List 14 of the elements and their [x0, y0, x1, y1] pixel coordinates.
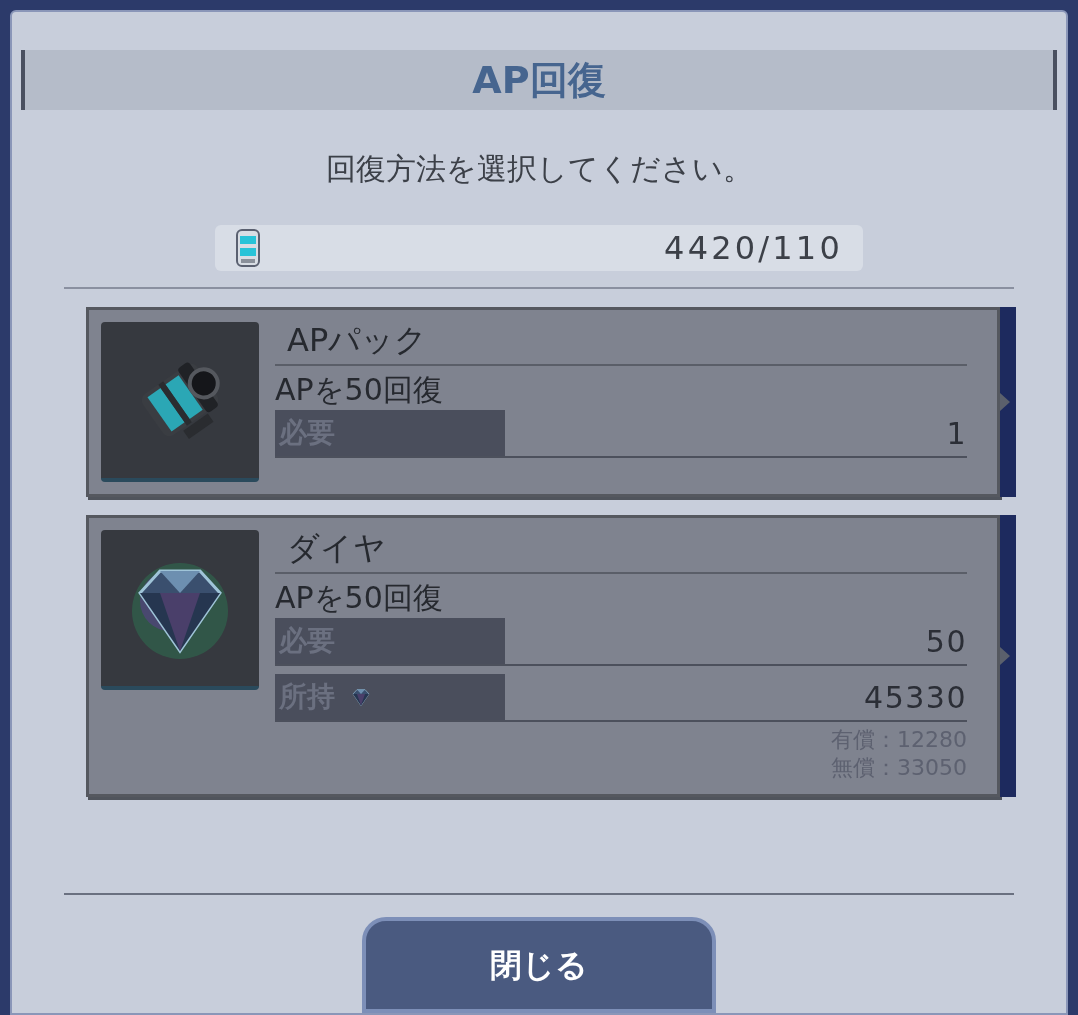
- instruction-text: 回復方法を選択してください。: [325, 150, 753, 188]
- canister-icon: [235, 228, 261, 268]
- row-value: 1: [946, 414, 967, 453]
- arrow-icon: [1000, 647, 1010, 665]
- row-value: 45330: [864, 678, 967, 717]
- ap-value: 4420/110: [664, 228, 843, 269]
- option-effect: APを50回復: [275, 579, 444, 617]
- dialog-title: AP回復: [472, 56, 606, 104]
- option-effect: APを50回復: [275, 371, 444, 409]
- row-value: 50: [925, 622, 967, 661]
- option-name: ダイヤ: [287, 528, 386, 569]
- arrow-icon: [1000, 393, 1010, 411]
- close-button[interactable]: 閉じる: [362, 917, 716, 1013]
- option-name: APパック: [287, 320, 428, 361]
